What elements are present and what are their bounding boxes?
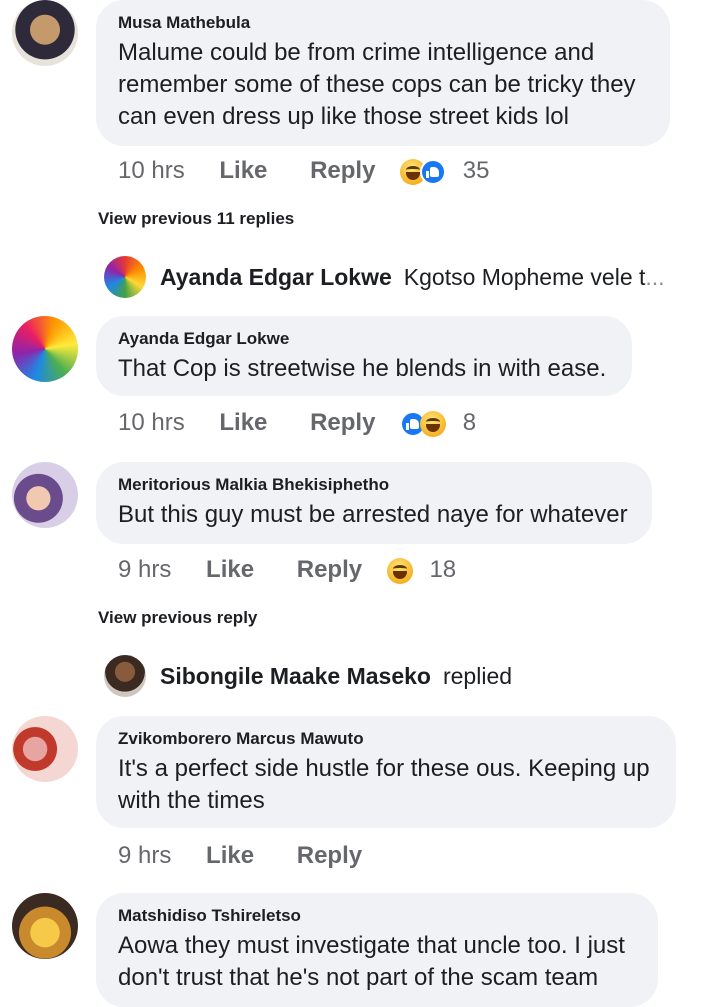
comment-meta: 9 hrs Like Reply 18 (118, 554, 456, 586)
comment-bubble: Zvikomborero Marcus Mawuto It's a perfec… (96, 716, 676, 828)
reply-button[interactable]: Reply (310, 157, 375, 184)
reply-preview[interactable]: Ayanda Edgar Lokwe Kgotso Mopheme vele t… (104, 255, 665, 299)
comment-bubble: Meritorious Malkia Bhekisiphetho But thi… (96, 462, 652, 544)
comment-meta: 9 hrs Like Reply (118, 840, 362, 872)
view-previous-replies-link[interactable]: View previous 11 replies (98, 208, 294, 230)
timestamp: 9 hrs (118, 556, 172, 583)
like-button[interactable]: Like (219, 409, 267, 436)
comment-bubble: Musa Mathebula Malume could be from crim… (96, 0, 670, 146)
avatar[interactable] (12, 893, 78, 959)
reaction-count: 18 (429, 556, 457, 583)
comment-line: with the times (118, 787, 265, 814)
timestamp: 9 hrs (118, 842, 172, 869)
comment-line: Aowa they must investigate that uncle to… (118, 932, 625, 959)
comment-author[interactable]: Ayanda Edgar Lokwe (118, 328, 610, 350)
reply-preview[interactable]: Sibongile Maake Maseko replied (104, 654, 512, 698)
comment-line: don't trust that he's not part of the sc… (118, 964, 599, 991)
view-previous-reply-link[interactable]: View previous reply (98, 607, 257, 629)
comment-text: That Cop is streetwise he blends in with… (118, 353, 610, 385)
comment-line: That Cop is streetwise he blends in with… (118, 355, 607, 382)
haha-icon (386, 558, 413, 585)
comment-meta: 10 hrs Like Reply 8 (118, 407, 476, 439)
comment-text: Malume could be from crime intelligence … (118, 37, 648, 133)
reply-button[interactable]: Reply (297, 842, 362, 869)
comment-meta: 10 hrs Like Reply 35 (118, 155, 489, 187)
avatar (104, 655, 146, 697)
comment-line: Malume could be from crime intelligence … (118, 39, 595, 66)
reaction-count: 35 (462, 157, 490, 184)
reply-author: Ayanda Edgar Lokwe (160, 263, 392, 290)
haha-icon (420, 411, 447, 438)
comment-text: But this guy must be arrested naye for w… (118, 499, 630, 531)
reaction-summary[interactable] (400, 408, 447, 438)
reply-button[interactable]: Reply (297, 556, 362, 583)
reply-snippet: replied (442, 662, 513, 689)
comment-author[interactable]: Musa Mathebula (118, 12, 648, 34)
reaction-summary[interactable] (400, 156, 447, 186)
comment-text: It's a perfect side hustle for these ous… (118, 753, 654, 817)
comment-author[interactable]: Matshidiso Tshireletso (118, 905, 636, 927)
timestamp: 10 hrs (118, 157, 185, 184)
avatar (104, 256, 146, 298)
timestamp: 10 hrs (118, 409, 185, 436)
avatar[interactable] (12, 716, 78, 782)
like-icon (420, 159, 447, 186)
avatar[interactable] (12, 0, 78, 66)
comment-text: Aowa they must investigate that uncle to… (118, 930, 636, 994)
comment-author[interactable]: Meritorious Malkia Bhekisiphetho (118, 474, 630, 496)
comment-line: can even dress up like those street kids… (118, 103, 569, 130)
avatar[interactable] (12, 462, 78, 528)
like-button[interactable]: Like (219, 157, 267, 184)
reaction-count: 8 (462, 409, 477, 436)
comment-line: It's a perfect side hustle for these ous… (118, 755, 650, 782)
comment-line: But this guy must be arrested naye for w… (118, 501, 628, 528)
like-button[interactable]: Like (206, 842, 254, 869)
comment-line: remember some of these cops can be trick… (118, 71, 636, 98)
avatar[interactable] (12, 316, 78, 382)
comment-bubble: Ayanda Edgar Lokwe That Cop is streetwis… (96, 316, 632, 396)
comment-author[interactable]: Zvikomborero Marcus Mawuto (118, 728, 654, 750)
reply-button[interactable]: Reply (310, 409, 375, 436)
comment-bubble: Matshidiso Tshireletso Aowa they must in… (96, 893, 658, 1007)
ellipsis: ... (645, 263, 665, 290)
like-button[interactable]: Like (206, 556, 254, 583)
reply-snippet: Kgotso Mopheme vele t (403, 263, 646, 290)
reaction-summary[interactable] (386, 555, 413, 585)
reply-author: Sibongile Maake Maseko (160, 662, 431, 689)
